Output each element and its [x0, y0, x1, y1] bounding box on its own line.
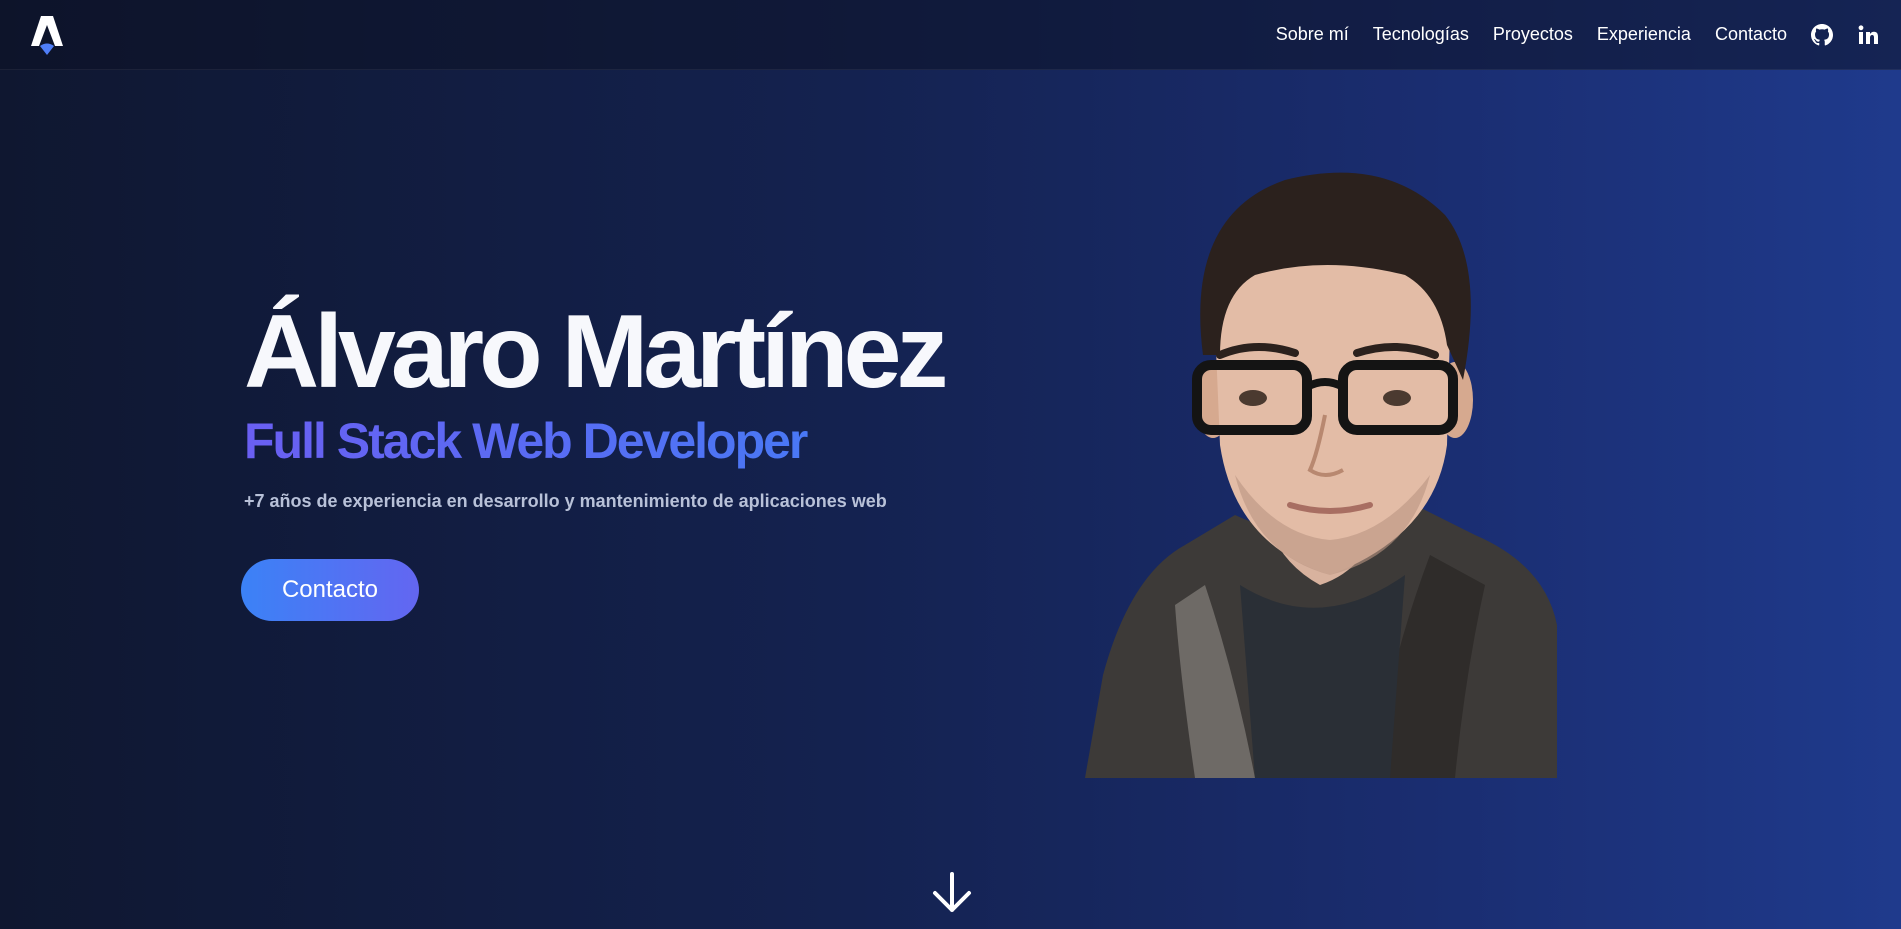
arrow-down-icon[interactable] — [929, 870, 975, 916]
hero-text-block: Álvaro Martínez Full Stack Web Developer… — [244, 300, 1044, 512]
nav-link-contacto[interactable]: Contacto — [1715, 24, 1787, 45]
main-nav: Sobre mí Tecnologías Proyectos Experienc… — [1252, 23, 1879, 46]
contact-button[interactable]: Contacto — [241, 559, 419, 621]
profile-photo — [1085, 172, 1557, 778]
nav-link-experiencia[interactable]: Experiencia — [1597, 24, 1691, 45]
hero-name: Álvaro Martínez — [244, 294, 948, 410]
astro-logo-icon — [31, 15, 63, 55]
nav-link-tecnologias[interactable]: Tecnologías — [1373, 24, 1469, 45]
nav-link-sobre-mi[interactable]: Sobre mí — [1276, 24, 1349, 45]
navbar: Sobre mí Tecnologías Proyectos Experienc… — [0, 0, 1901, 70]
hero-subtitle: +7 años de experiencia en desarrollo y m… — [244, 491, 887, 511]
home-logo-link[interactable] — [30, 13, 64, 57]
linkedin-link[interactable] — [1857, 24, 1879, 46]
linkedin-icon — [1858, 24, 1878, 44]
hero-role: Full Stack Web Developer — [244, 414, 1044, 469]
github-link[interactable] — [1811, 23, 1833, 46]
nav-link-proyectos[interactable]: Proyectos — [1493, 24, 1573, 45]
github-icon — [1811, 23, 1833, 45]
